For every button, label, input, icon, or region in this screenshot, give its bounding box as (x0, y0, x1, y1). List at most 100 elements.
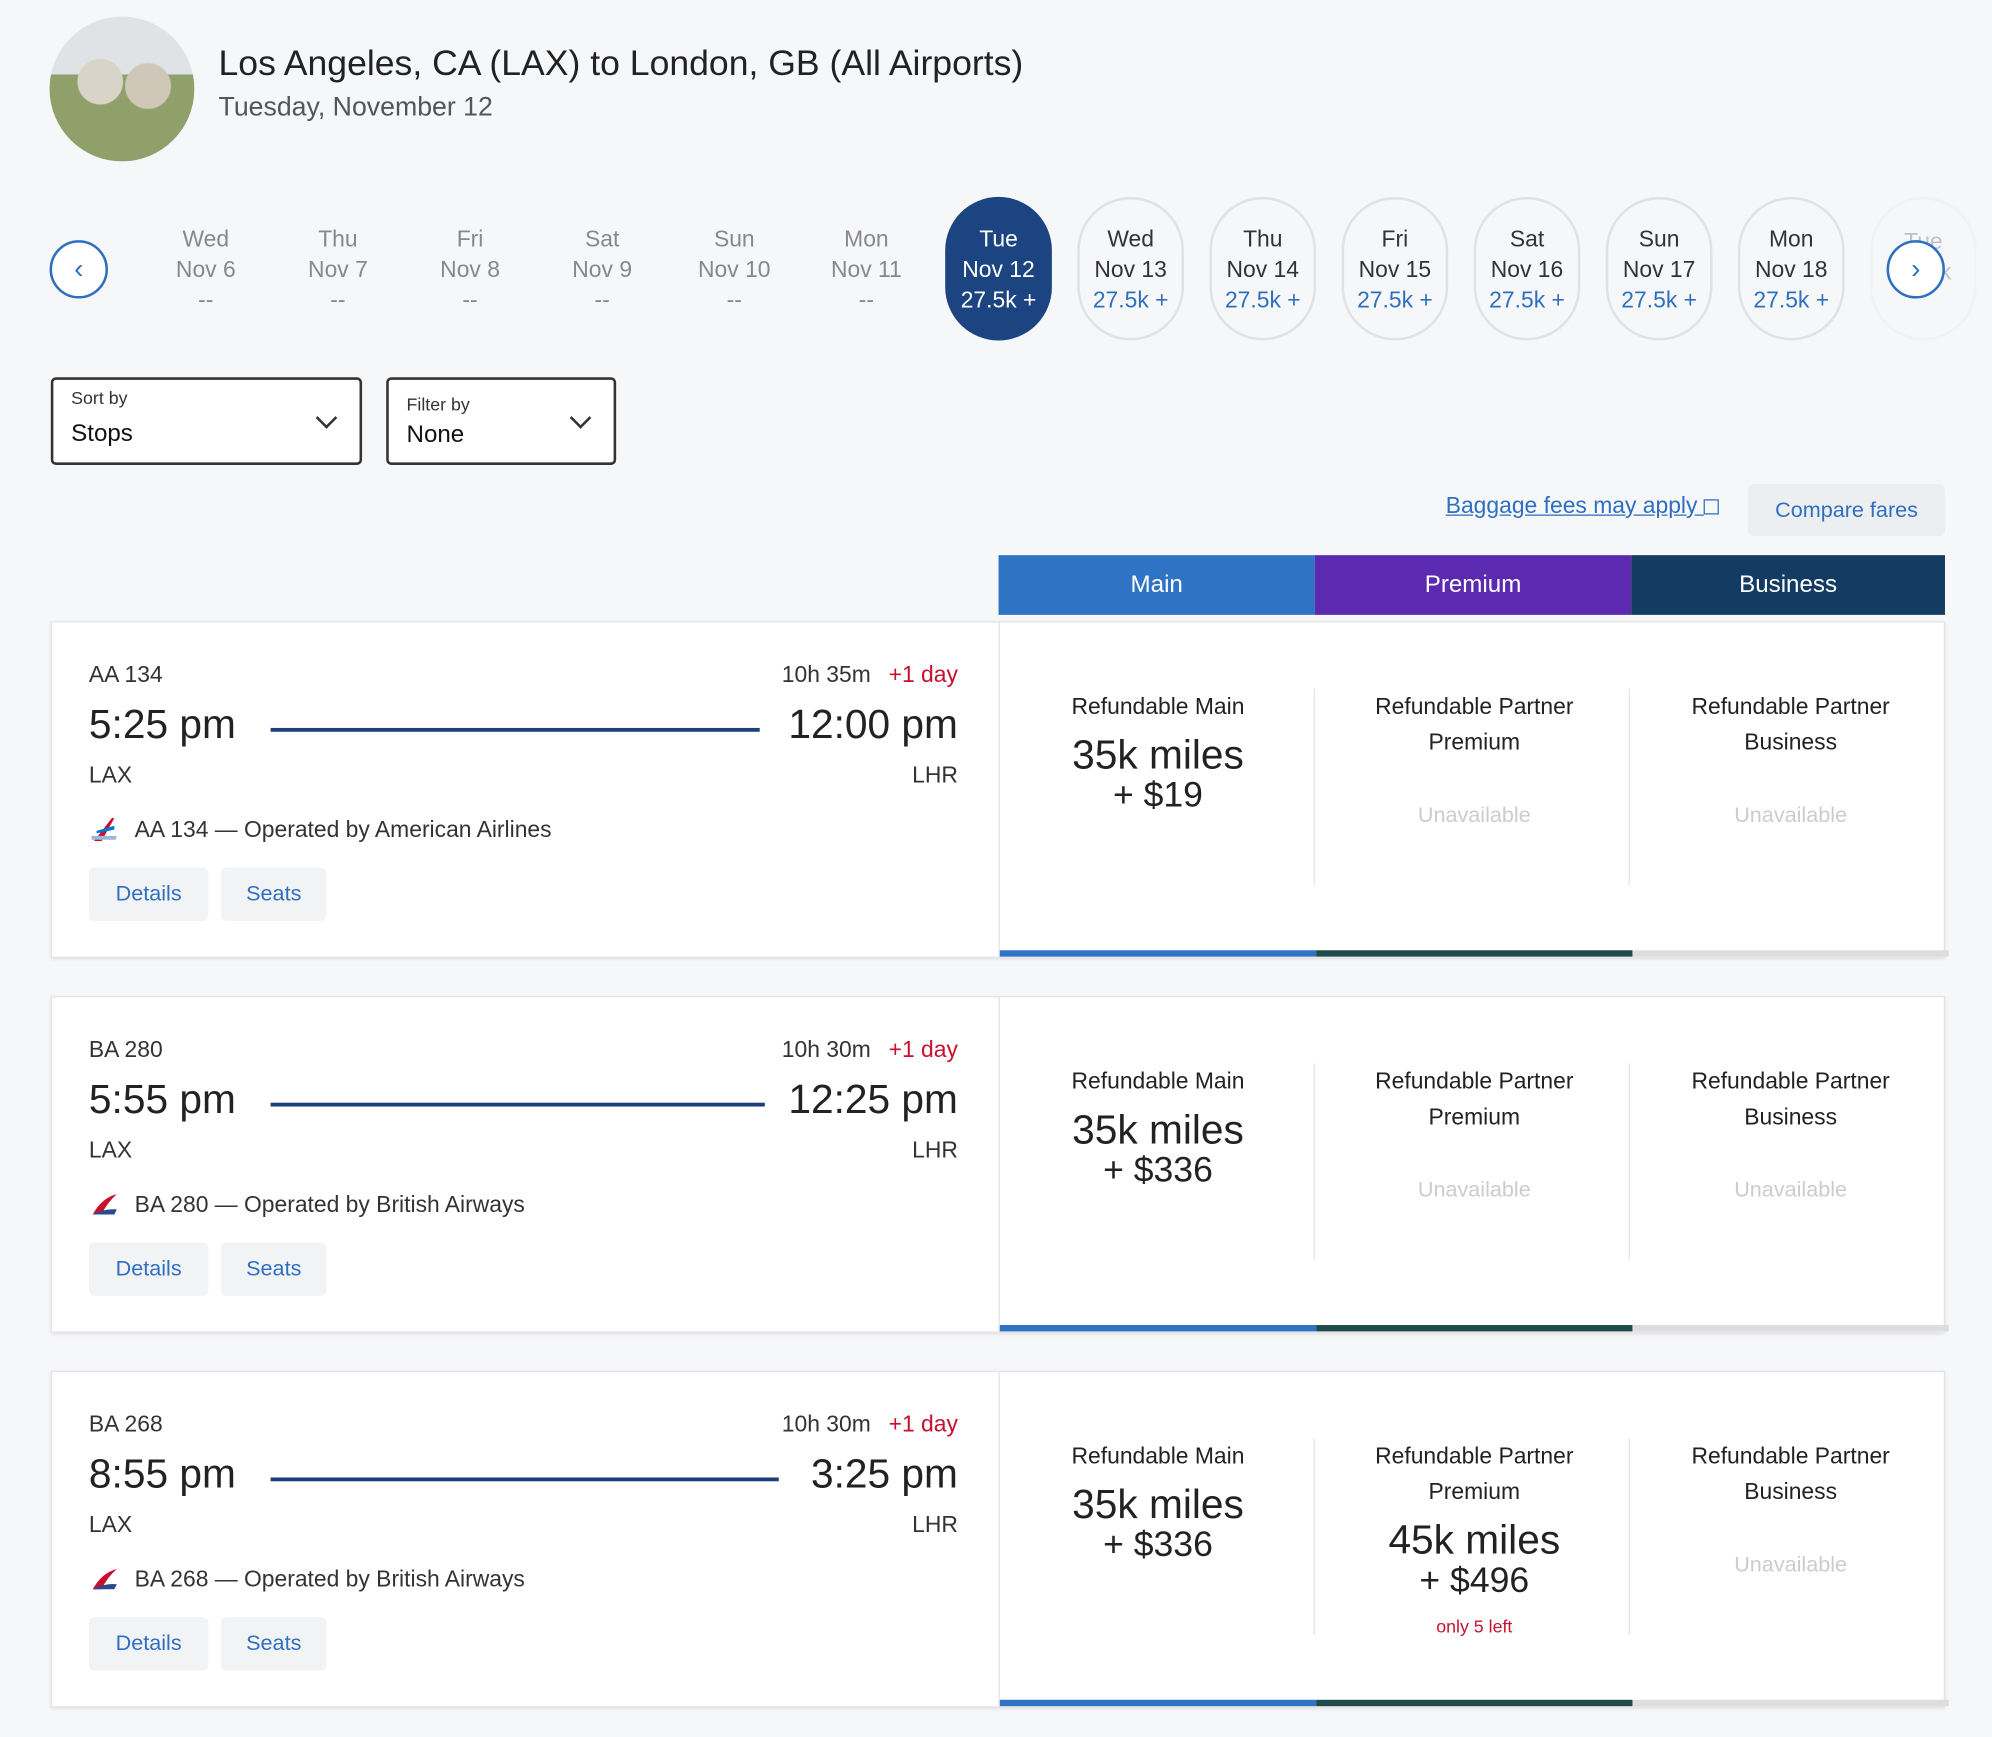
plus-day-badge: +1 day (888, 1036, 958, 1063)
operated-by: BA 280 — Operated by British Airways (89, 1190, 525, 1218)
tab-business[interactable]: Business (1631, 555, 1945, 615)
date-day: Wed (182, 226, 230, 252)
fare-label: Refundable Partner Premium (1375, 1068, 1574, 1130)
seats-button[interactable]: Seats (221, 1617, 327, 1671)
fare-label: Refundable Partner Premium (1375, 693, 1574, 755)
fare-option: Refundable Partner Premium Unavailable (1316, 1063, 1632, 1203)
flight-number: AA 134 (88, 661, 163, 688)
sort-dropdown[interactable]: Sort by Stops (50, 377, 363, 465)
fare-option[interactable]: Refundable Main 35k miles + $336 (1000, 1063, 1316, 1190)
destination-airport: LHR (912, 1511, 958, 1538)
route-line (270, 727, 760, 732)
details-button[interactable]: Details (88, 867, 209, 922)
date-price: 27.5k + (1224, 287, 1301, 313)
duration-text: 10h 35m (781, 661, 871, 688)
details-button[interactable]: Details (88, 1617, 209, 1671)
duration-text: 10h 30m (781, 1411, 871, 1437)
tab-premium[interactable]: Premium (1314, 555, 1632, 615)
departure-time: 8:55 pm (88, 1450, 236, 1497)
date-option[interactable]: Sun Nov 17 27.5k + (1605, 196, 1713, 341)
date-day: Wed (1107, 226, 1154, 252)
fare-miles: 35k miles (1072, 1106, 1244, 1153)
date-price: -- (726, 287, 742, 313)
date-day: Fri (456, 226, 484, 252)
flight-number: BA 280 (88, 1036, 163, 1063)
baggage-fees-label: Baggage fees may apply (1445, 492, 1698, 519)
seats-button[interactable]: Seats (221, 1242, 327, 1296)
tab-main[interactable]: Main (998, 555, 1315, 615)
date-option: Thu Nov 7 -- (285, 197, 392, 341)
fare-label: Refundable Main (1071, 1443, 1245, 1469)
flight-card: BA 268 10h 30m +1 day 8:55 pm 3:25 pm LAX… (50, 1370, 1949, 1708)
date-price: 27.5k + (1489, 287, 1565, 313)
origin-airport: LAX (88, 762, 133, 788)
flight-card: AA 134 10h 35m +1 day 5:25 pm 12:00 pm LA… (50, 621, 1949, 958)
date-price: 27.5k + (1357, 287, 1433, 313)
date-day: Tue (979, 226, 1018, 252)
date-option[interactable]: Wed Nov 13 27.5k + (1077, 196, 1185, 341)
fare-label: Refundable Partner Business (1691, 1068, 1890, 1130)
date-option[interactable]: Fri Nov 15 27.5k + (1341, 196, 1449, 341)
avatar (49, 16, 195, 162)
fare-price: + $336 (1103, 1524, 1213, 1564)
plus-day-badge: +1 day (888, 661, 958, 688)
fare-option[interactable]: Refundable Main 35k miles + $336 (1000, 1438, 1316, 1565)
fare-bar (999, 1699, 1317, 1707)
fare-label: Refundable Main (1071, 1068, 1245, 1094)
details-button[interactable]: Details (88, 1242, 209, 1296)
seats-button[interactable]: Seats (221, 867, 327, 922)
filter-label: Filter by (406, 393, 470, 415)
duration-text: 10h 30m (781, 1036, 871, 1063)
fare-options: Refundable Main 35k miles + $19 Refundable … (998, 622, 1949, 957)
fare-bar (999, 950, 1317, 957)
date-date: Nov 18 (1755, 256, 1828, 283)
operated-by: BA 268 — Operated by British Airways (89, 1565, 525, 1593)
fare-unavailable: Unavailable (1417, 1177, 1531, 1202)
divider (1313, 1438, 1315, 1636)
date-option: Fri Nov 8 -- (417, 197, 524, 341)
departure-time: 5:25 pm (88, 701, 236, 747)
fare-label: Refundable Partner Business (1691, 693, 1890, 755)
date-day: Mon (1769, 226, 1814, 252)
date-option[interactable]: Tue Nov 12 27.5k + (945, 196, 1052, 341)
chevron-right-icon: › (1911, 252, 1921, 285)
fare-options: Refundable Main 35k miles + $336 Refundable… (998, 1372, 1949, 1707)
fare-miles: 45k miles (1388, 1516, 1561, 1563)
flight-duration: 10h 35m +1 day (782, 662, 958, 689)
date-day: Sat (584, 226, 620, 252)
flight-number: BA 268 (88, 1411, 163, 1437)
date-day: Fri (1381, 226, 1409, 252)
fare-option[interactable]: Refundable Main 35k miles + $19 (1000, 689, 1316, 816)
british-airways-logo-icon (92, 1568, 117, 1590)
date-price: 27.5k + (1753, 287, 1830, 313)
date-date: Nov 10 (698, 256, 771, 283)
next-dates-button[interactable]: › (1886, 240, 1945, 299)
date-price: -- (858, 287, 875, 313)
fare-option[interactable]: Refundable Partner Premium 45k miles + $49… (1316, 1438, 1632, 1636)
arrival-time: 12:25 pm (788, 1076, 958, 1122)
flight-card: BA 280 10h 30m +1 day 5:55 pm 12:25 pm LA… (50, 995, 1949, 1333)
fare-price: + $496 (1419, 1560, 1530, 1600)
divider (1313, 1063, 1315, 1261)
date-option[interactable]: Thu Nov 14 27.5k + (1209, 196, 1317, 341)
prev-dates-button[interactable]: ‹ (49, 240, 108, 299)
date-price: -- (330, 287, 346, 313)
plus-day-badge: +1 day (888, 1411, 958, 1437)
fare-bar (1316, 1325, 1633, 1332)
fare-bar (1632, 1699, 1949, 1707)
baggage-fees-link[interactable]: Baggage fees may apply (1445, 492, 1720, 520)
date-option: Sat Nov 9 -- (549, 197, 656, 341)
page-title: Los Angeles, CA (LAX) to London, GB (All… (218, 43, 1024, 83)
date-date: Nov 16 (1490, 256, 1564, 283)
fare-bar (1316, 950, 1633, 957)
date-option: Wed Nov 6 -- (152, 197, 259, 341)
compare-fares-button[interactable]: Compare fares (1748, 484, 1945, 537)
date-option[interactable]: Mon Nov 18 27.5k + (1737, 196, 1845, 341)
operated-by-text: AA 134 — Operated by American Airlines (134, 816, 552, 842)
flight-results-page: Los Angeles, CA (LAX) to London, GB (All… (0, 0, 1992, 1737)
filter-dropdown[interactable]: Filter by None (386, 377, 617, 465)
seats-left-note: only 5 left (1436, 1615, 1513, 1637)
date-option[interactable]: Sat Nov 16 27.5k + (1473, 196, 1581, 341)
fare-option: Refundable Partner Business Unavailable (1632, 1438, 1948, 1578)
operated-by-text: BA 268 — Operated by British Airways (134, 1565, 525, 1592)
